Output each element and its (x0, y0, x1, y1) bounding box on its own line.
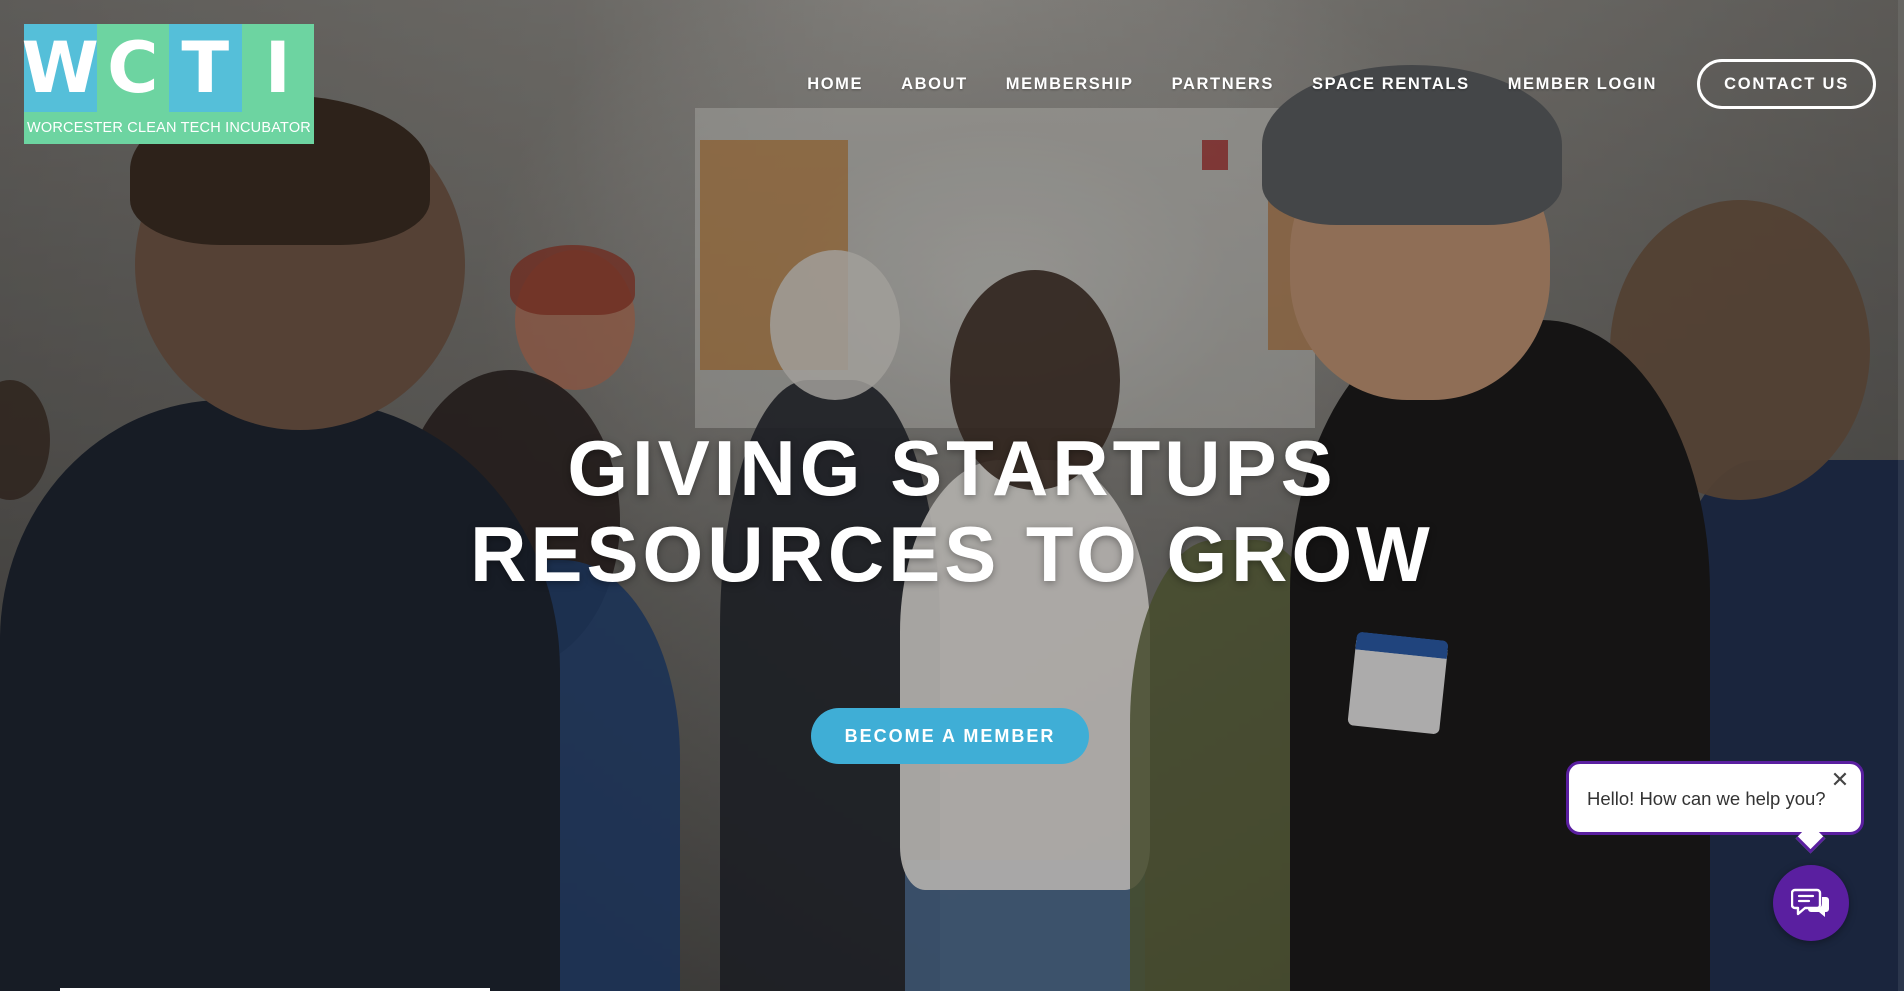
close-icon[interactable]: ✕ (1829, 769, 1851, 791)
site-logo[interactable]: W C T I WORCESTER CLEAN TECH INCUBATOR (22, 24, 314, 144)
chat-launcher-button[interactable] (1773, 865, 1849, 941)
hero-title-line-1: GIVING STARTUPS (567, 424, 1337, 512)
logo-subtitle: WORCESTER CLEAN TECH INCUBATOR (24, 112, 314, 144)
nav-item-space-rentals[interactable]: SPACE RENTALS (1312, 75, 1470, 94)
nav-item-home[interactable]: HOME (807, 75, 863, 94)
main-nav: HOME ABOUT MEMBERSHIP PARTNERS SPACE REN… (800, 56, 1876, 112)
become-a-member-button[interactable]: BECOME A MEMBER (811, 708, 1089, 764)
nav-item-member-login[interactable]: MEMBER LOGIN (1508, 75, 1657, 94)
nav-item-about[interactable]: ABOUT (901, 75, 968, 94)
logo-letter: C (96, 24, 169, 112)
logo-letter: I (241, 24, 314, 112)
nav-item-partners[interactable]: PARTNERS (1172, 75, 1274, 94)
logo-letters: W C T I (22, 24, 314, 112)
contact-us-button[interactable]: CONTACT US (1697, 59, 1876, 109)
page: W C T I WORCESTER CLEAN TECH INCUBATOR H… (0, 0, 1904, 991)
chat-bubbles-icon (1791, 888, 1829, 917)
hero-title-line-2: RESOURCES TO GROW (470, 510, 1434, 598)
page-scrollbar[interactable] (1898, 0, 1904, 991)
logo-letter: T (169, 24, 242, 112)
chat-greeting-text: Hello! How can we help you? (1587, 788, 1826, 809)
logo-letter: W (22, 24, 99, 112)
nav-item-membership[interactable]: MEMBERSHIP (1006, 75, 1134, 94)
hero-title: GIVING STARTUPS RESOURCES TO GROW (0, 425, 1904, 597)
chat-greeting-bubble[interactable]: Hello! How can we help you? ✕ (1566, 761, 1864, 835)
